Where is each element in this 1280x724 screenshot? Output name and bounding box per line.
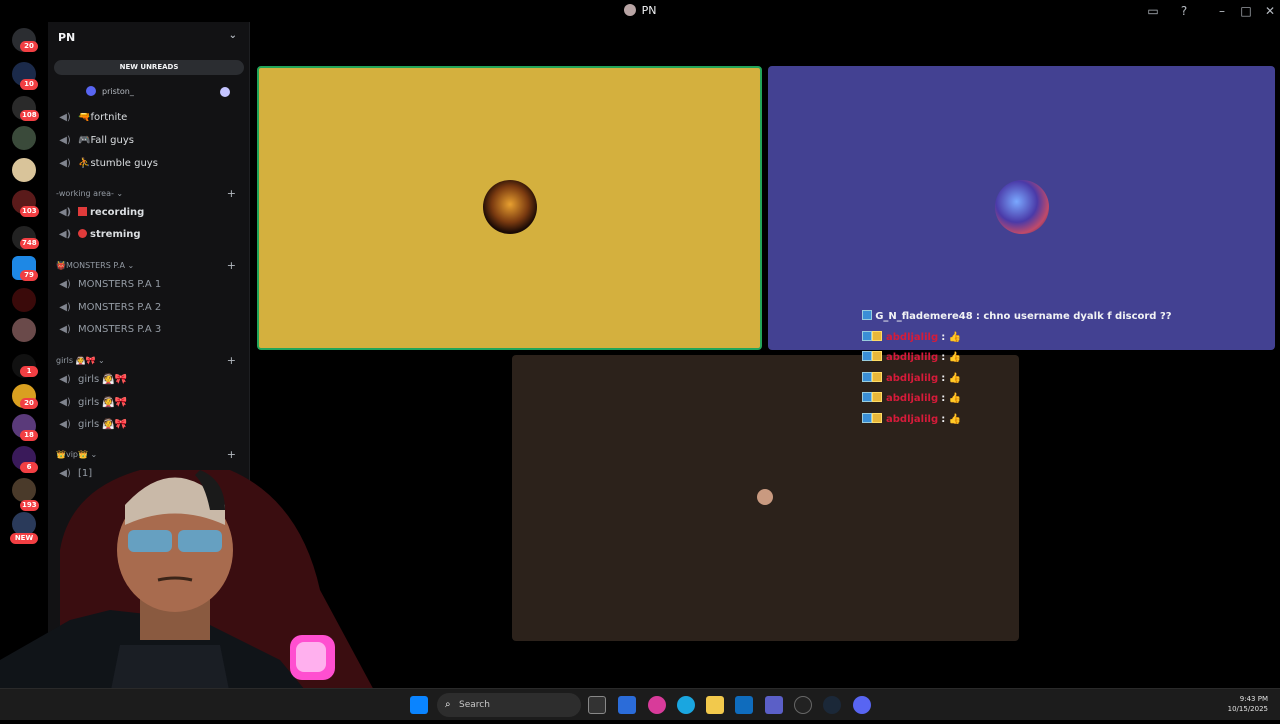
chat-message: abdljalilg : 👍 [862,351,1192,372]
participant-tile-speaking[interactable] [257,66,762,350]
voice-channel-girls-1[interactable]: ◀) girls 👰🎀 [58,370,238,390]
unread-badge: 20 [20,398,38,409]
store-icon[interactable] [618,696,636,714]
server-name: PN [58,31,76,44]
badge-icon [862,351,872,361]
add-channel-icon[interactable]: + [227,259,236,273]
live-dot-icon [78,229,87,238]
voice-channel-streming[interactable]: ◀) streming [58,225,238,245]
badge-icon [862,392,872,402]
avatar [757,489,773,505]
server-header[interactable]: PN ⌄ [48,22,249,52]
voice-member[interactable]: priston_ [86,84,236,100]
file-explorer-icon[interactable] [706,696,724,714]
edge-icon[interactable] [677,696,695,714]
steam-icon[interactable] [823,696,841,714]
help-icon[interactable]: ? [1174,2,1194,20]
crown-badge-icon [872,330,882,341]
avatar [995,180,1049,234]
discord-icon[interactable] [853,696,871,714]
server-icon[interactable] [12,318,36,342]
badge-icon [862,310,872,320]
crown-badge-icon [872,392,882,402]
title-bar: PN ▭ ? – □ ✕ [0,0,1280,22]
chat-message: G_N_flademere48 : chno username dyalk f … [862,310,1192,331]
badge-icon [862,330,872,341]
unread-badge: 79 [20,270,38,281]
streamer-webcam-image [0,470,390,720]
voice-channel-girls-2[interactable]: ◀) girls 👰🎀 [58,393,238,413]
speaker-lock-icon: ◀) [59,397,71,408]
voice-channel-fall-guys[interactable]: ◀) 🎮Fall guys [58,131,238,151]
speaker-icon: ◀) [58,229,72,240]
windows-taskbar: ⌕ Search 9:43 PM 10/15/2025 [0,688,1280,720]
copilot-icon[interactable] [648,696,666,714]
maximize-button[interactable]: □ [1236,2,1256,20]
chat-message: abdljalilg : 👍 [862,330,1192,352]
system-clock[interactable]: 9:43 PM 10/15/2025 [1228,694,1268,714]
chevron-down-icon[interactable]: ⌄ [229,30,237,41]
speaker-lock-icon: ◀) [59,324,71,335]
speaker-lock-icon: ◀) [59,302,71,313]
chat-message: abdljalilg : 👍 [862,371,1192,393]
minimize-button[interactable]: – [1212,2,1232,20]
voice-channel-recording[interactable]: ◀) recording [58,203,238,223]
voice-channel-monsters-3[interactable]: ◀) MONSTERS P.A 3 [58,320,238,340]
server-icon[interactable] [12,158,36,182]
search-icon: ⌕ [445,699,451,710]
speaker-icon: ◀) [59,135,71,146]
outlook-icon[interactable] [735,696,753,714]
category-working-area[interactable]: -working area- ⌄ + [56,187,242,201]
teams-icon[interactable] [765,696,783,714]
unread-badge: 20 [20,41,38,52]
badge-icon [862,371,872,382]
close-button[interactable]: ✕ [1260,2,1280,20]
category-girls[interactable]: girls 👰🎀 ⌄ + [56,354,242,368]
voice-channel-stumble-guys[interactable]: ◀) ⛹stumble guys [58,154,238,174]
avatar [483,180,537,234]
crown-badge-icon [872,412,882,423]
task-view-icon[interactable] [588,696,606,714]
voice-channel-fortnite[interactable]: ◀) 🔫fortnite [58,108,238,128]
category-monsters[interactable]: 👹MONSTERS P.A ⌄ + [56,259,242,273]
chat-message: abdljalilg : 👍 [862,392,1192,413]
voice-channel-monsters-1[interactable]: ◀) MONSTERS P.A 1 [58,275,238,295]
webcam-overlay [0,430,390,720]
unread-badge: 103 [20,206,39,217]
participant-tile[interactable] [768,66,1275,350]
unread-badge: 10 [20,79,38,90]
voice-channel-monsters-2[interactable]: ◀) MONSTERS P.A 2 [58,298,238,318]
unread-badge: 748 [20,238,39,249]
server-icon [623,4,636,16]
stream-chat-overlay: G_N_flademere48 : chno username dyalk f … [862,310,1192,433]
windows-icon[interactable] [410,696,428,714]
unread-badge: 108 [20,110,39,121]
window-title: PN [0,4,1280,17]
speaker-lock-icon: ◀) [59,279,71,290]
streaming-icon [220,87,230,97]
speaker-icon: ◀) [59,112,71,123]
new-unreads-banner[interactable]: NEW UNREADS [54,60,244,75]
crown-badge-icon [872,351,882,361]
speaker-lock-icon: ◀) [59,374,71,385]
chat-message: abdljalilg : 👍 [862,412,1192,434]
speaker-icon: ◀) [58,207,72,218]
obs-icon[interactable] [794,696,812,714]
record-icon [78,207,87,216]
add-channel-icon[interactable]: + [227,354,236,368]
crown-badge-icon [872,371,882,382]
search-input[interactable]: ⌕ Search [437,693,581,717]
speaker-icon: ◀) [59,158,71,169]
inbox-icon[interactable]: ▭ [1143,2,1163,20]
server-icon[interactable] [12,288,36,312]
server-icon[interactable] [12,126,36,150]
unread-badge: 1 [20,366,38,377]
add-channel-icon[interactable]: + [227,187,236,201]
badge-icon [862,412,872,423]
avatar [86,86,96,96]
